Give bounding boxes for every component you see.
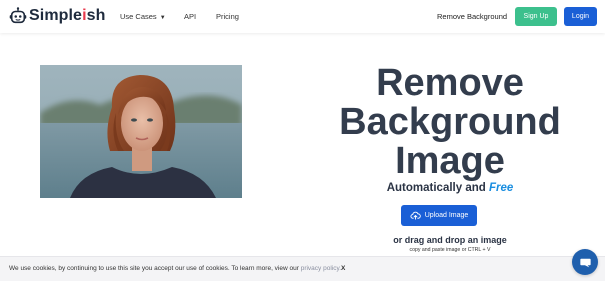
hero-title: Remove Background Image <box>300 64 600 181</box>
robot-logo-icon <box>9 7 27 24</box>
hero-subtitle-prefix: Automatically and <box>386 182 489 194</box>
brand-name-suffix: sh <box>86 7 106 24</box>
brand-logo[interactable]: Simpleish <box>9 7 105 25</box>
paste-hint-text: copy and paste image or CTRL + V <box>409 247 491 253</box>
upload-cloud-icon <box>410 211 421 220</box>
chat-icon <box>579 258 591 267</box>
chat-widget-button[interactable] <box>572 249 598 275</box>
hero-portrait-image <box>40 65 242 198</box>
nav-remove-background[interactable]: Remove Background <box>437 12 507 21</box>
cookie-close-button[interactable]: X <box>341 265 345 272</box>
hero-title-line-1: Remove <box>376 62 524 104</box>
upload-image-label: Upload Image <box>424 212 469 219</box>
hero-subtitle: Automatically and Free <box>300 182 600 194</box>
cookie-banner: We use cookies, by continuing to use thi… <box>0 256 605 281</box>
drag-drop-text: or drag and drop an image <box>393 235 507 245</box>
sign-up-button[interactable]: Sign Up <box>515 7 557 26</box>
nav-use-cases[interactable]: Use Cases ▼ <box>120 12 166 21</box>
top-navbar: Simpleish Use Cases ▼ API Pricing Remove … <box>0 0 605 33</box>
cookie-text: We use cookies, by continuing to use thi… <box>9 265 301 272</box>
hero-title-line-2: Background <box>339 101 561 143</box>
hero-title-line-3: Image <box>395 140 505 182</box>
privacy-policy-link[interactable]: privacy policy. <box>301 265 341 272</box>
login-button[interactable]: Login <box>564 7 597 26</box>
hero-subtitle-free: Free <box>488 182 514 194</box>
brand-name-prefix: Simple <box>29 7 83 24</box>
cookie-message: We use cookies, by continuing to use thi… <box>9 265 345 272</box>
nav-pricing[interactable]: Pricing <box>216 12 239 21</box>
upload-image-button[interactable]: Upload Image <box>401 205 477 226</box>
brand-name: Simpleish <box>29 7 105 25</box>
nav-use-cases-label: Use Cases <box>120 12 157 21</box>
nav-api[interactable]: API <box>184 12 196 21</box>
chevron-down-icon: ▼ <box>159 15 166 21</box>
